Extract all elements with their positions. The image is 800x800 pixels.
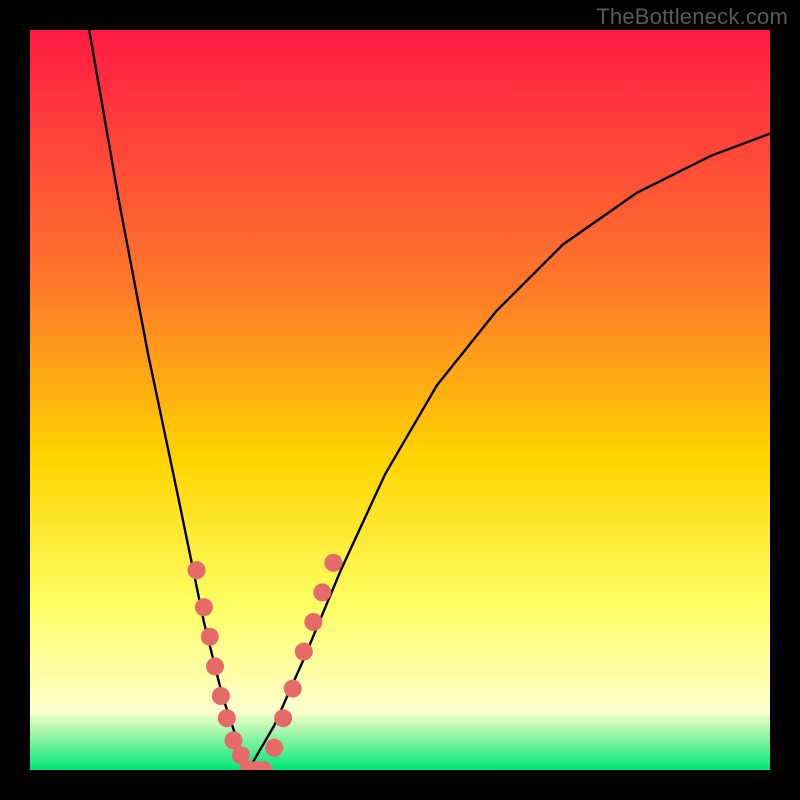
data-marker [295, 643, 313, 661]
plot-area [30, 30, 770, 770]
data-marker [324, 554, 342, 572]
data-marker [218, 709, 236, 727]
gradient-background [30, 30, 770, 770]
data-marker [188, 561, 206, 579]
data-marker [284, 680, 302, 698]
data-marker [212, 687, 230, 705]
chart-frame: TheBottleneck.com [0, 0, 800, 800]
data-marker [265, 739, 283, 757]
data-marker [195, 598, 213, 616]
data-marker [201, 628, 219, 646]
data-marker [313, 583, 331, 601]
chart-svg [30, 30, 770, 770]
data-marker [274, 709, 292, 727]
data-marker [304, 613, 322, 631]
watermark-text: TheBottleneck.com [596, 4, 788, 30]
data-marker [206, 657, 224, 675]
